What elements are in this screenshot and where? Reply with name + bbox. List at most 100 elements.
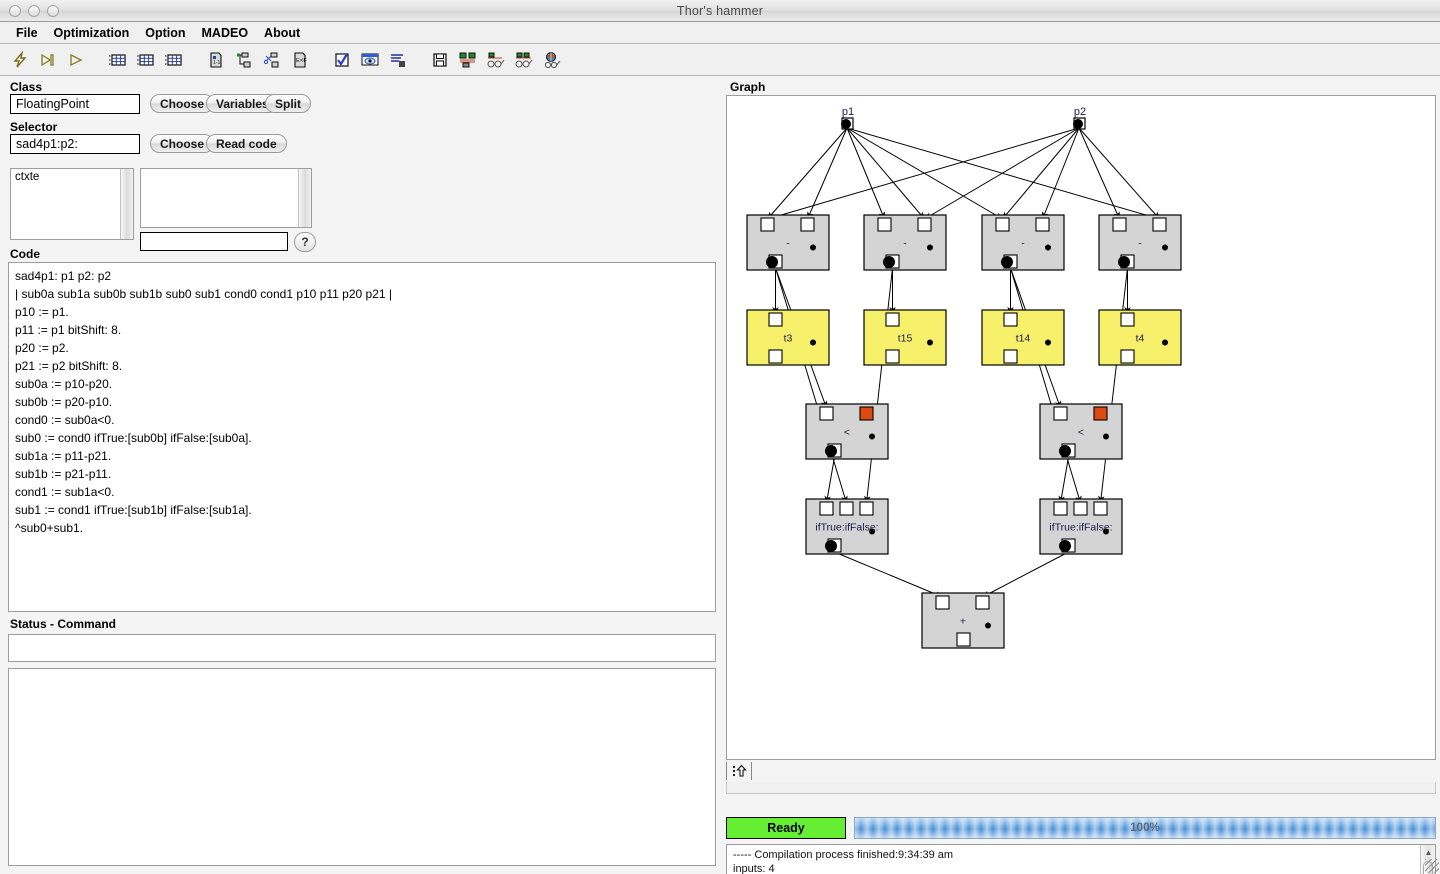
svg-text:E>IF: E>IF [296,58,307,64]
lightning-icon[interactable] [6,46,34,74]
preview-icon[interactable] [356,46,384,74]
progress-percent: 100% [1130,822,1160,834]
graph-node-lt1[interactable]: < [805,403,889,460]
selector-choose-button[interactable]: Choose [150,134,215,153]
graph-input-port [760,217,775,232]
context-listbox[interactable]: ctxte [10,168,134,240]
title-bar: Thor's hammer [0,0,1440,22]
graph-edge [834,551,944,598]
listbox-scrollbar[interactable] [298,169,311,227]
status-command-label: Status - Command [10,617,117,631]
selector-label: Selector [10,120,58,134]
log-panel[interactable]: ----- Compilation process finished:9:34:… [726,844,1436,874]
graph-node-handle [1162,244,1168,251]
graph-node-sub3[interactable]: - [981,214,1065,271]
graph-node-sel2[interactable]: ifTrue:ifFalse: [1039,498,1123,555]
graph-node-add[interactable]: + [921,592,1005,649]
selector-input[interactable]: sad4p1:p2: [10,134,140,154]
resize-grip[interactable] [1425,859,1439,873]
menu-about[interactable]: About [256,24,308,42]
graph-canvas[interactable]: p1 p2 - - - - t3 t15 t14 t4 < < ifTrue:ifFalse: ifTru… [726,95,1436,760]
graph-edge [1010,267,1082,504]
table-icon[interactable] [160,46,188,74]
graph-input-port [819,501,834,516]
graph-edge [1058,456,1069,504]
step-icon[interactable] [34,46,62,74]
graph-node-sel1[interactable]: ifTrue:ifFalse: [805,498,889,555]
graph-node-handle [869,528,875,535]
table-icon[interactable] [132,46,160,74]
graph-input-port [1053,501,1068,516]
scroll-up-icon[interactable]: ▲ [1421,845,1435,859]
graph-node-t3[interactable]: t3 [746,309,830,366]
read-code-button[interactable]: Read code [206,134,287,153]
command-field[interactable] [8,668,716,866]
status-field[interactable] [8,634,716,662]
graph-drawing: p1 p2 - - - - t3 t15 t14 t4 < < ifTrue:ifFalse: ifTru… [746,106,1182,649]
table-icon[interactable] [104,46,132,74]
graph-input-port [859,406,874,421]
code-line: ^sub0+sub1. [15,521,84,535]
list-item[interactable]: ctxte [11,169,133,185]
listbox-scrollbar[interactable] [120,169,133,239]
graph-node-label: < [1078,427,1084,439]
graph-edge [846,127,1161,221]
menu-file[interactable]: File [8,24,46,42]
graph-node-label: t4 [1136,333,1145,345]
graph-edge [766,127,848,220]
graph-node-handle [810,339,816,346]
menu-optimization[interactable]: Optimization [46,24,138,42]
cut-hierarchy-icon[interactable] [258,46,286,74]
class-input[interactable]: FloatingPoint [10,94,140,114]
menu-option[interactable]: Option [137,24,193,42]
filter-input[interactable] [140,232,288,251]
list-settings-icon[interactable] [384,46,412,74]
code-line: p20 := p2. [15,341,69,355]
glasses-schedule-icon[interactable] [482,46,510,74]
detail-listbox[interactable] [140,168,312,228]
graph-node-handle [1162,339,1168,346]
graph-node-t15[interactable]: t15 [863,309,947,366]
graph-output-port [1120,349,1135,364]
toolbar: 1-1 E>IF [0,44,1440,76]
glasses-schedule-alt-icon[interactable] [510,46,538,74]
code-line: sub1 := cond1 ifTrue:[sub1b] ifFalse:[su… [15,503,252,517]
menu-madeo[interactable]: MADEO [194,24,257,42]
save-icon[interactable] [426,46,454,74]
graph-node-sub4[interactable]: - [1098,214,1182,271]
graph-node-sub1[interactable]: - [746,214,830,271]
document-icon[interactable]: 1-1 [202,46,230,74]
code-line: cond0 := sub0a<0. [15,413,115,427]
graph-node-t14[interactable]: t14 [981,309,1065,366]
code-editor[interactable]: sad4p1: p1 p2: p2 | sub0a sub1a sub0b su… [8,262,716,612]
graph-node-label: - [903,238,907,250]
code-line: sub0b := p20-p10. [15,395,113,409]
graph-input-port [885,312,900,327]
hierarchy-icon[interactable] [230,46,258,74]
graph-input-node[interactable]: p2 [1073,106,1086,130]
move-up-icon[interactable] [726,762,752,780]
graph-hscrollbar[interactable] [726,782,1436,794]
graph-node-label: + [960,616,966,628]
graph-edge [846,127,885,220]
schedule-icon[interactable] [454,46,482,74]
class-choose-button[interactable]: Choose [150,94,215,113]
balloon-glasses-icon[interactable] [538,46,566,74]
graph-node-t4[interactable]: t4 [1098,309,1182,366]
graph-edge [1078,127,1161,220]
play-icon[interactable] [62,46,90,74]
graph-node-sub2[interactable]: - [863,214,947,271]
checkbox-icon[interactable] [328,46,356,74]
ready-status-button[interactable]: Ready [726,817,846,839]
graph-node-lt2[interactable]: < [1039,403,1123,460]
graph-input-port [1003,312,1018,327]
help-button[interactable]: ? [294,232,316,252]
graph-edge [923,127,1080,220]
graph-input-node[interactable]: p1 [841,106,854,130]
graph-node-handle [1103,528,1109,535]
graph-edge [864,267,893,504]
split-button[interactable]: Split [265,94,311,113]
menu-bar: File Optimization Option MADEO About [0,22,1440,44]
code-line: p21 := p2 bitShift: 8. [15,359,123,373]
exif-document-icon[interactable]: E>IF [286,46,314,74]
